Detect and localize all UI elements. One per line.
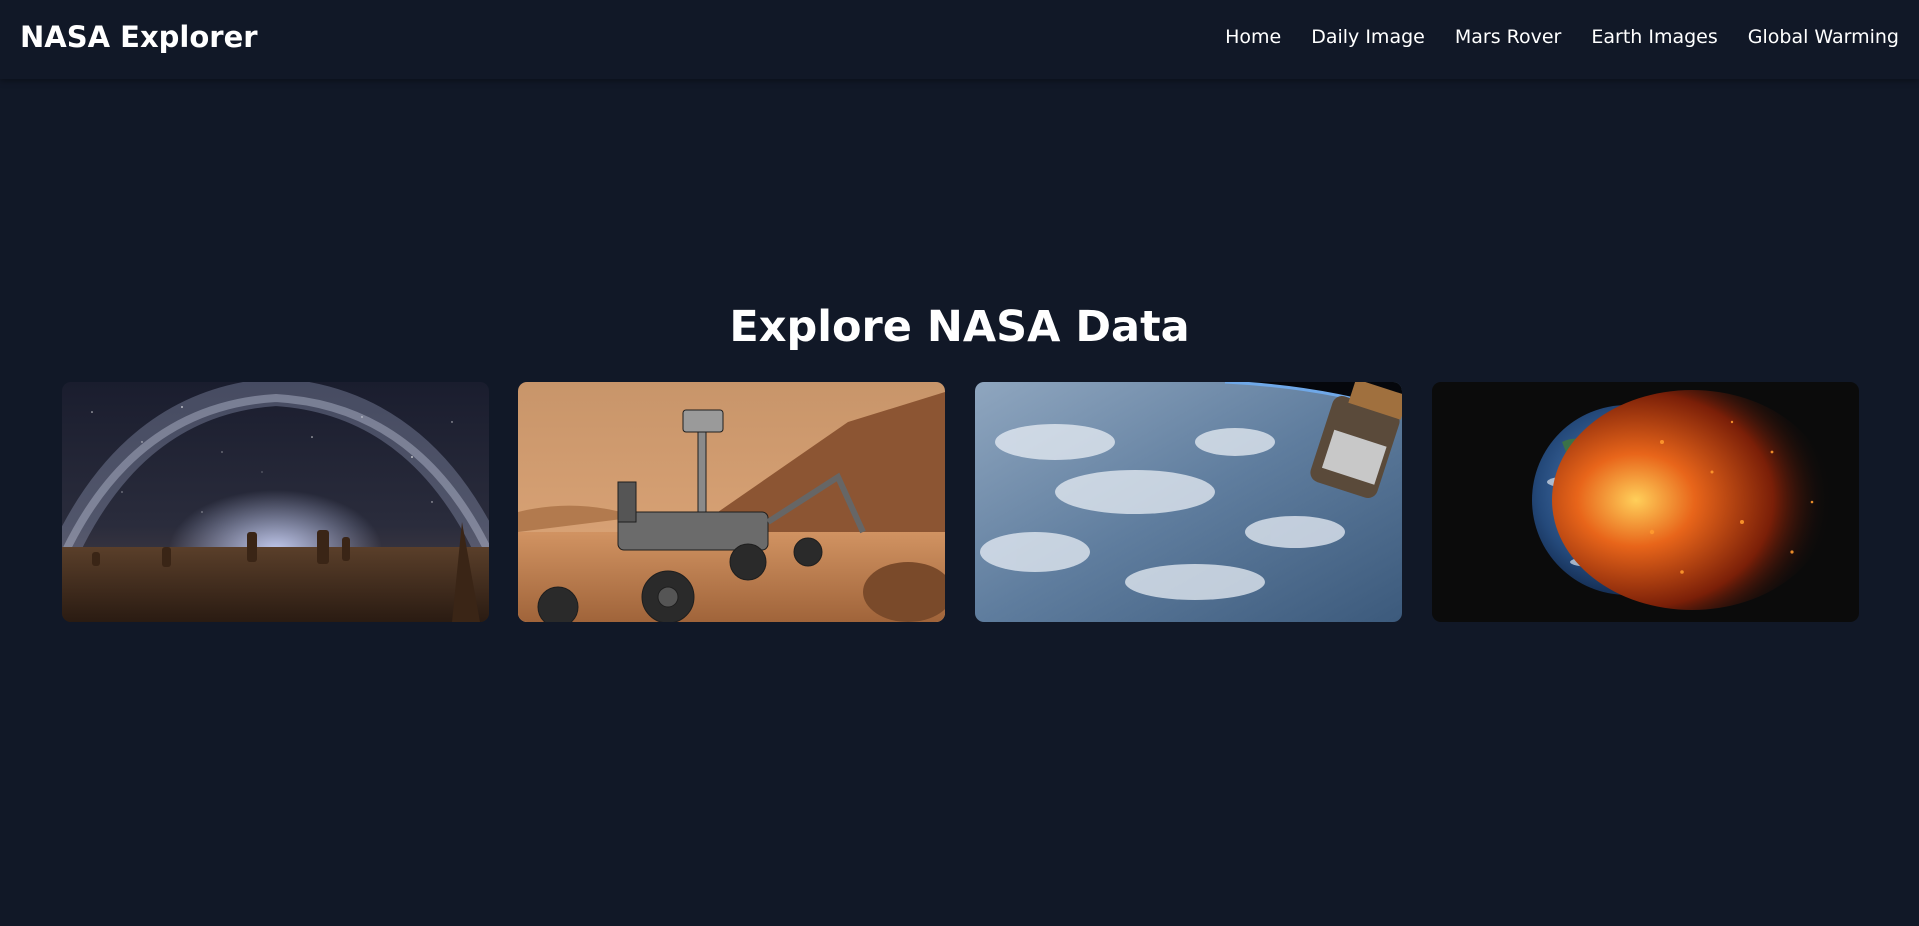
brand-logo-link[interactable]: NASA Explorer [20, 20, 258, 54]
nav-link-daily-image[interactable]: Daily Image [1311, 26, 1425, 48]
nav-links: Home Daily Image Mars Rover Earth Images… [1225, 26, 1899, 48]
card-global-warming[interactable] [1432, 382, 1859, 622]
burning-earth-image [1432, 382, 1859, 622]
page-title: Explore NASA Data [729, 302, 1190, 352]
navbar: NASA Explorer Home Daily Image Mars Rove… [0, 0, 1919, 79]
card-mars-rover[interactable] [518, 382, 945, 622]
milky-way-image [62, 382, 489, 622]
card-earth-images[interactable] [975, 382, 1402, 622]
card-daily-image[interactable] [62, 382, 489, 622]
nav-link-home[interactable]: Home [1225, 26, 1281, 48]
mars-rover-image [518, 382, 945, 622]
nav-link-mars-rover[interactable]: Mars Rover [1455, 26, 1562, 48]
nav-link-global-warming[interactable]: Global Warming [1748, 26, 1899, 48]
earth-from-space-image [975, 382, 1402, 622]
nav-link-earth-images[interactable]: Earth Images [1591, 26, 1717, 48]
